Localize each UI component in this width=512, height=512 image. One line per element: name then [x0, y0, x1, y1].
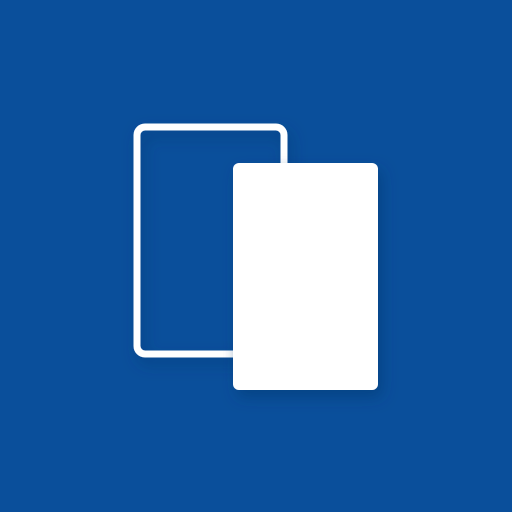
app-icon-canvas [0, 0, 512, 512]
front-card [233, 163, 378, 390]
switch-cards-icon [0, 0, 512, 512]
